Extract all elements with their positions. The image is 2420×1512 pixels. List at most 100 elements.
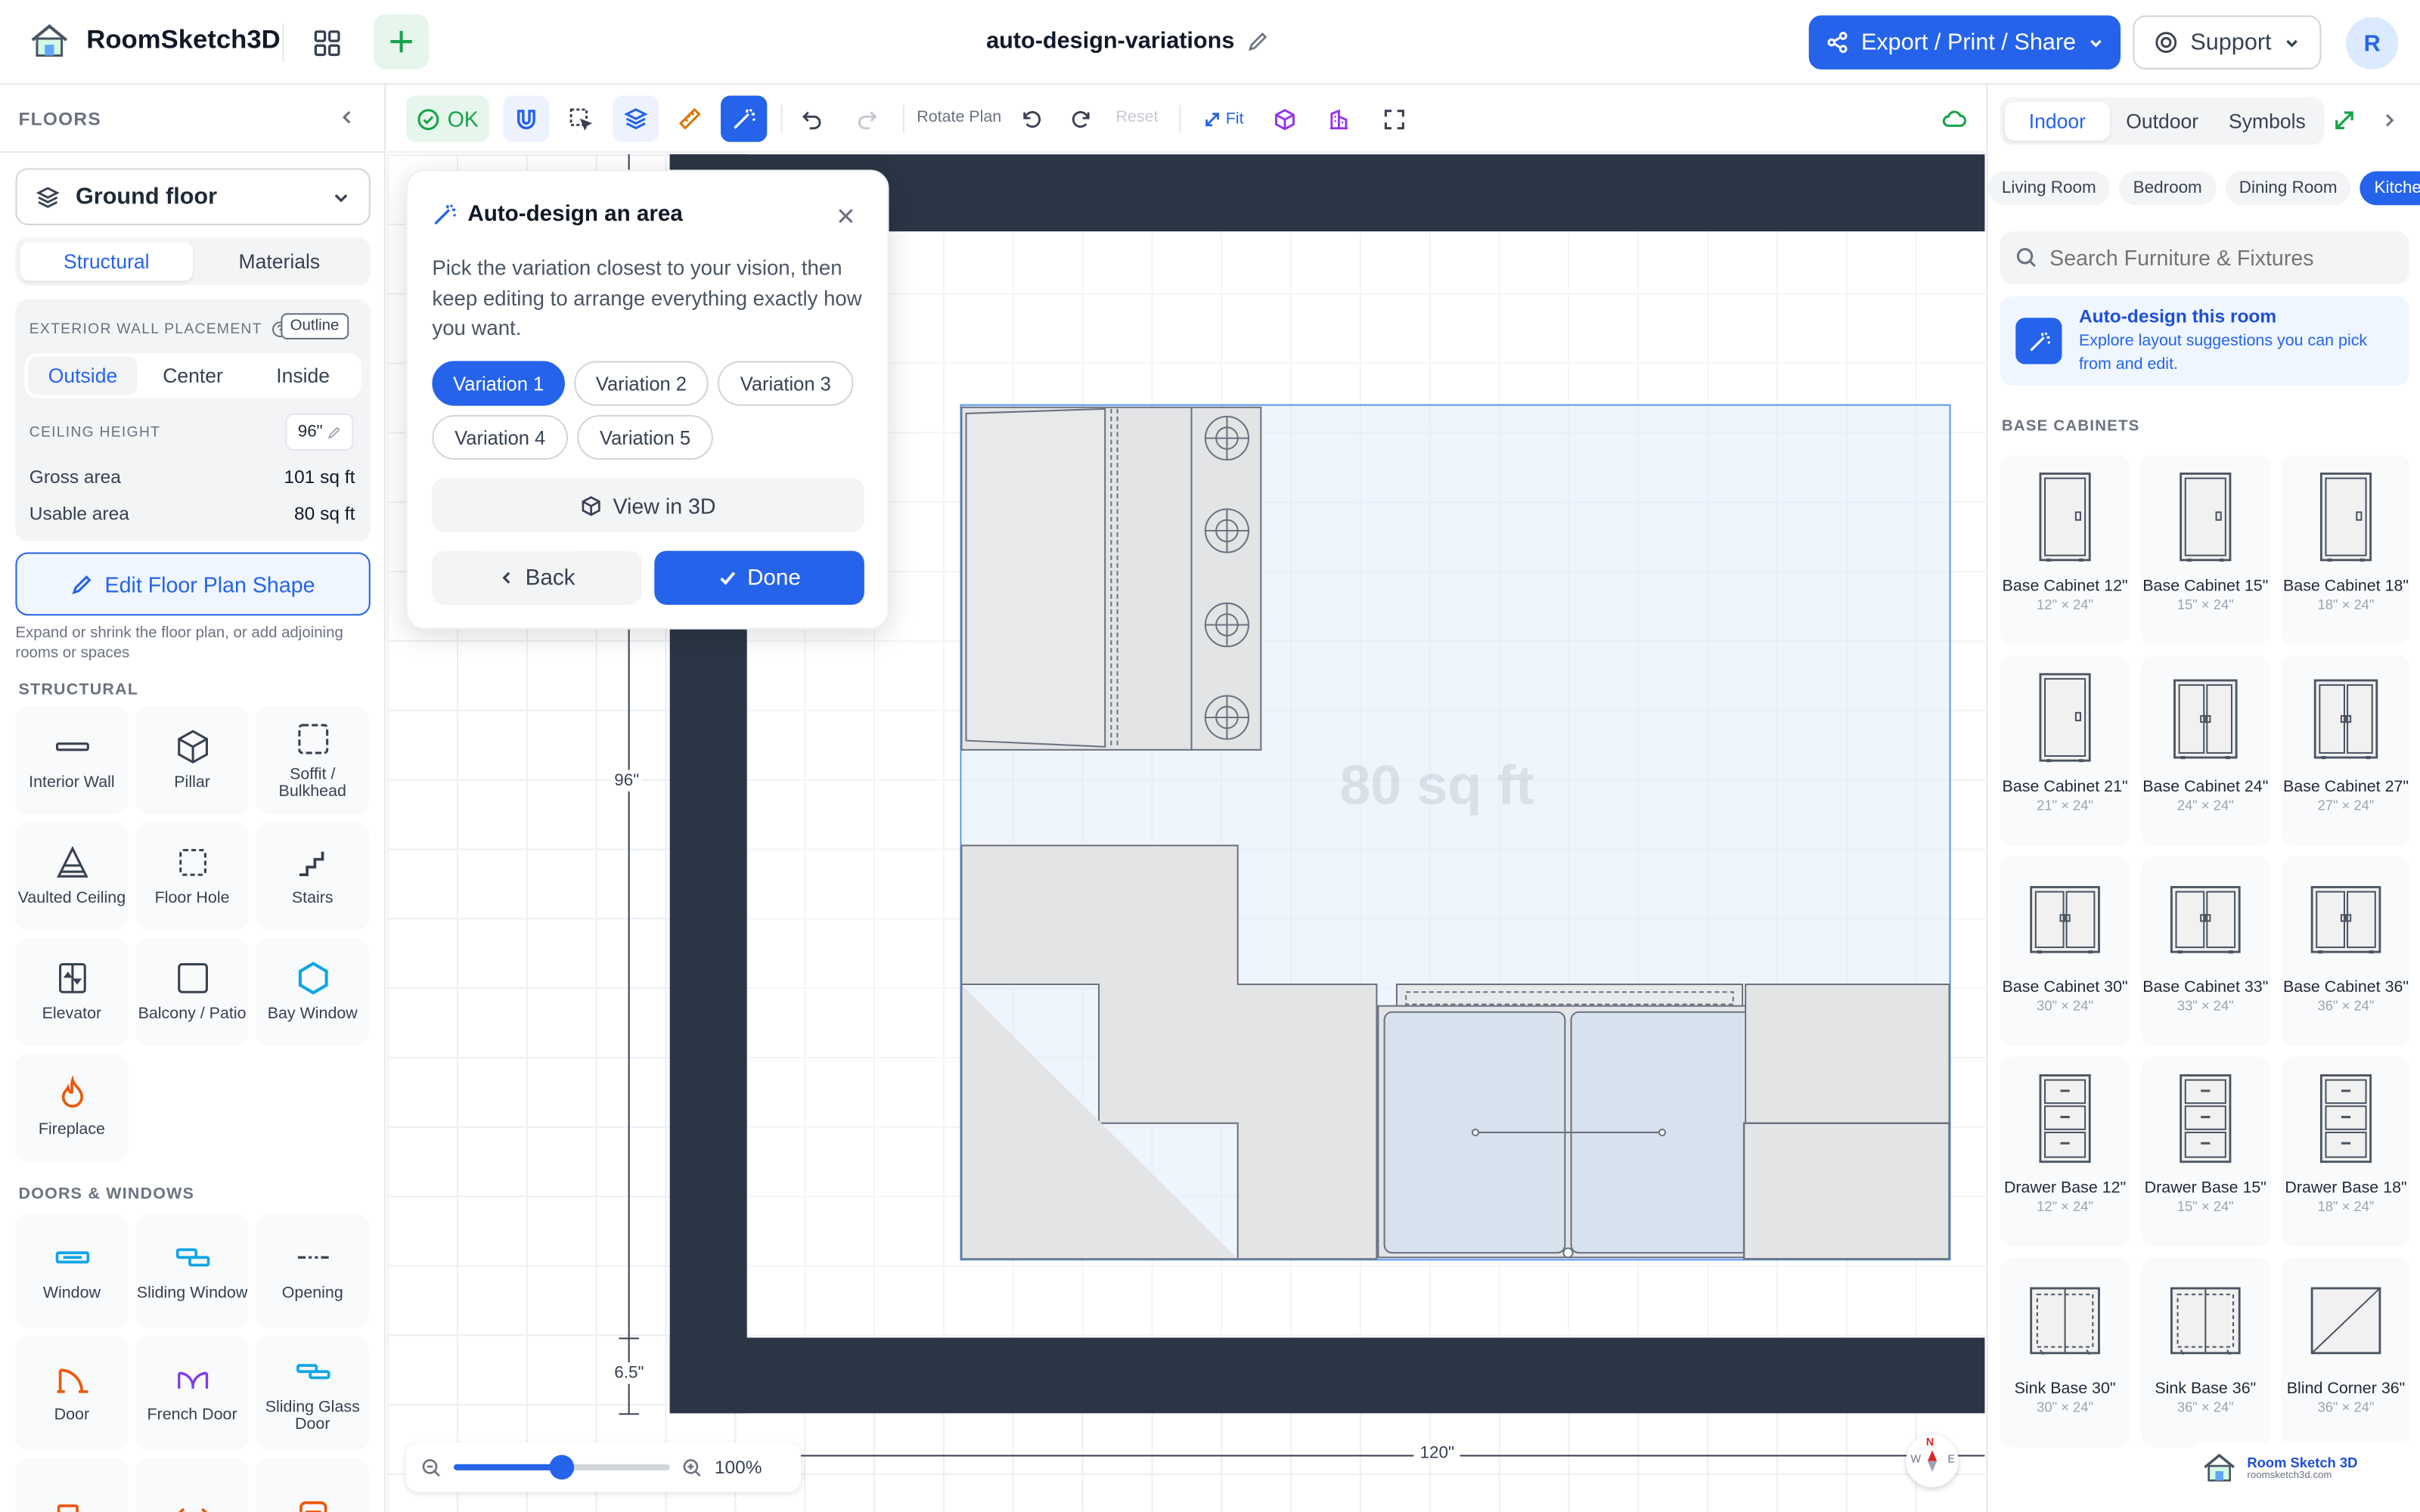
cabinet-item[interactable]: Drawer Base 15" 15" × 24" bbox=[2140, 1056, 2271, 1247]
rotate-left-button[interactable] bbox=[1013, 96, 1050, 142]
placement-outside[interactable]: Outside bbox=[27, 356, 138, 395]
tool-more-door-3[interactable] bbox=[256, 1458, 369, 1512]
tool-fireplace[interactable]: Fireplace bbox=[15, 1053, 129, 1162]
cabinet-item[interactable]: Base Cabinet 15" 15" × 24" bbox=[2140, 455, 2271, 646]
support-button[interactable]: Support bbox=[2133, 15, 2322, 70]
cabinet-item[interactable]: Base Cabinet 21" 21" × 24" bbox=[2000, 655, 2130, 846]
fullscreen-button[interactable] bbox=[1375, 96, 1412, 142]
tool-pillar[interactable]: Pillar bbox=[135, 706, 249, 815]
tab-outdoor[interactable]: Outdoor bbox=[2110, 102, 2215, 141]
auto-design-room-card[interactable]: Auto-design this room Explore layout sug… bbox=[2000, 296, 2409, 386]
tool-interior-wall[interactable]: Interior Wall bbox=[15, 706, 129, 815]
magnet-snap-button[interactable] bbox=[503, 95, 550, 142]
elevation-view-button[interactable] bbox=[1320, 96, 1357, 142]
search-box[interactable] bbox=[2000, 231, 2409, 284]
collapse-right-icon[interactable] bbox=[2380, 111, 2398, 129]
placement-inside[interactable]: Inside bbox=[248, 356, 358, 395]
cabinet-item[interactable]: Base Cabinet 36" 36" × 24" bbox=[2281, 856, 2411, 1046]
ceiling-height-input[interactable]: 96" bbox=[285, 413, 354, 451]
floor-select[interactable]: Ground floor bbox=[15, 168, 371, 225]
tool-elevator[interactable]: Elevator bbox=[15, 937, 129, 1046]
dashboard-button[interactable] bbox=[299, 15, 355, 70]
cabinet-item[interactable]: Drawer Base 18" 18" × 24" bbox=[2281, 1056, 2411, 1247]
user-avatar[interactable]: R bbox=[2346, 17, 2399, 70]
corner-cabinet[interactable] bbox=[1745, 984, 1950, 1124]
rotate-right-button[interactable] bbox=[1062, 96, 1099, 142]
tool-stairs[interactable]: Stairs bbox=[256, 822, 369, 931]
variation-3-button[interactable]: Variation 3 bbox=[717, 361, 854, 406]
placement-center[interactable]: Center bbox=[138, 356, 248, 395]
cloud-saved-indicator[interactable] bbox=[1935, 96, 1972, 142]
select-area-button[interactable] bbox=[557, 96, 603, 142]
tool-soffit[interactable]: Soffit / Bulkhead bbox=[256, 706, 369, 815]
double-sink[interactable] bbox=[1377, 1005, 1759, 1259]
zoom-slider-track[interactable] bbox=[453, 1455, 670, 1480]
done-button[interactable]: Done bbox=[654, 550, 864, 605]
ok-button[interactable]: OK bbox=[405, 95, 489, 142]
tab-symbols[interactable]: Symbols bbox=[2215, 102, 2320, 141]
tab-structural[interactable]: Structural bbox=[20, 242, 194, 281]
tool-vaulted-ceiling[interactable]: Vaulted Ceiling bbox=[15, 822, 129, 931]
variation-1-button[interactable]: Variation 1 bbox=[432, 361, 565, 406]
tool-more-door-1[interactable] bbox=[15, 1458, 129, 1512]
tool-floor-hole[interactable]: Floor Hole bbox=[135, 822, 249, 931]
document-title[interactable]: auto-design-variations bbox=[986, 28, 1234, 54]
tool-opening[interactable]: Opening bbox=[256, 1214, 369, 1329]
side-cabinet[interactable] bbox=[1742, 1122, 1950, 1260]
cabinet-item[interactable]: Sink Base 36" 36" × 24" bbox=[2140, 1257, 2271, 1448]
document-title-area[interactable]: auto-design-variations bbox=[986, 28, 1268, 54]
tool-window[interactable]: Window bbox=[15, 1214, 129, 1329]
cabinet-item[interactable]: Base Cabinet 33" 33" × 24" bbox=[2140, 856, 2271, 1046]
zoom-slider-thumb[interactable] bbox=[549, 1455, 575, 1480]
chip-kitchen[interactable]: Kitchen bbox=[2360, 171, 2420, 206]
cabinet-item[interactable]: Base Cabinet 18" 18" × 24" bbox=[2281, 455, 2411, 646]
fit-button[interactable]: Fit bbox=[1199, 96, 1249, 142]
zoom-in-icon[interactable] bbox=[682, 1458, 703, 1478]
redo-button[interactable] bbox=[845, 96, 886, 142]
tool-french-door[interactable]: French Door bbox=[135, 1336, 249, 1451]
new-project-button[interactable] bbox=[373, 14, 430, 70]
cabinet-item[interactable]: Blind Corner 36" 36" × 24" bbox=[2281, 1257, 2411, 1448]
export-print-share-button[interactable]: Export / Print / Share bbox=[1808, 15, 2121, 70]
chip-bedroom[interactable]: Bedroom bbox=[2119, 171, 2217, 206]
tool-sliding-glass-door[interactable]: Sliding Glass Door bbox=[256, 1336, 369, 1451]
cabinet-item[interactable]: Base Cabinet 24" 24" × 24" bbox=[2140, 655, 2271, 846]
tool-balcony[interactable]: Balcony / Patio bbox=[135, 937, 249, 1046]
wall-bottom[interactable] bbox=[669, 1337, 1985, 1414]
outline-badge[interactable]: Outline bbox=[281, 313, 349, 339]
tab-indoor[interactable]: Indoor bbox=[2004, 101, 2110, 141]
variation-2-button[interactable]: Variation 2 bbox=[574, 361, 709, 406]
measure-button[interactable] bbox=[667, 96, 713, 142]
search-input[interactable] bbox=[2049, 245, 2390, 271]
layers-button[interactable] bbox=[613, 95, 659, 142]
cabinet-item[interactable]: Drawer Base 12" 12" × 24" bbox=[2000, 1056, 2130, 1247]
tool-more-door-2[interactable] bbox=[135, 1458, 249, 1512]
close-icon[interactable] bbox=[836, 206, 855, 225]
auto-design-button[interactable] bbox=[721, 95, 768, 142]
compass[interactable]: N W E bbox=[1906, 1434, 1959, 1488]
cabinet-item[interactable]: Sink Base 30" 30" × 24" bbox=[2000, 1257, 2130, 1448]
3d-view-button[interactable] bbox=[1265, 96, 1302, 142]
refrigerator[interactable] bbox=[960, 406, 1193, 751]
expand-panel-icon[interactable] bbox=[2334, 110, 2356, 132]
back-button[interactable]: Back bbox=[432, 550, 642, 605]
chip-living-room[interactable]: Living Room bbox=[1987, 171, 2111, 206]
brand-watermark[interactable]: Room Sketch 3D roomsketch3d.com bbox=[2195, 1442, 2411, 1492]
chip-dining-room[interactable]: Dining Room bbox=[2225, 171, 2351, 206]
cabinet-item[interactable]: Base Cabinet 30" 30" × 24" bbox=[2000, 856, 2130, 1046]
zoom-out-icon[interactable] bbox=[421, 1458, 442, 1478]
edit-floor-plan-shape-button[interactable]: Edit Floor Plan Shape bbox=[15, 552, 371, 616]
pencil-icon[interactable] bbox=[1247, 30, 1269, 52]
tool-door[interactable]: Door bbox=[15, 1336, 129, 1451]
cabinet-item[interactable]: Base Cabinet 27" 27" × 24" bbox=[2281, 655, 2411, 846]
tool-sliding-window[interactable]: Sliding Window bbox=[135, 1214, 249, 1329]
variation-5-button[interactable]: Variation 5 bbox=[577, 414, 713, 460]
view-in-3d-button[interactable]: View in 3D bbox=[432, 478, 864, 533]
undo-button[interactable] bbox=[792, 96, 832, 142]
reset-button[interactable]: Reset bbox=[1115, 108, 1158, 126]
tool-bay-window[interactable]: Bay Window bbox=[256, 937, 369, 1046]
tab-materials[interactable]: Materials bbox=[193, 242, 366, 280]
cooktop[interactable] bbox=[1190, 406, 1262, 751]
variation-4-button[interactable]: Variation 4 bbox=[432, 414, 569, 460]
cabinet-item[interactable]: Base Cabinet 12" 12" × 24" bbox=[2000, 455, 2130, 646]
